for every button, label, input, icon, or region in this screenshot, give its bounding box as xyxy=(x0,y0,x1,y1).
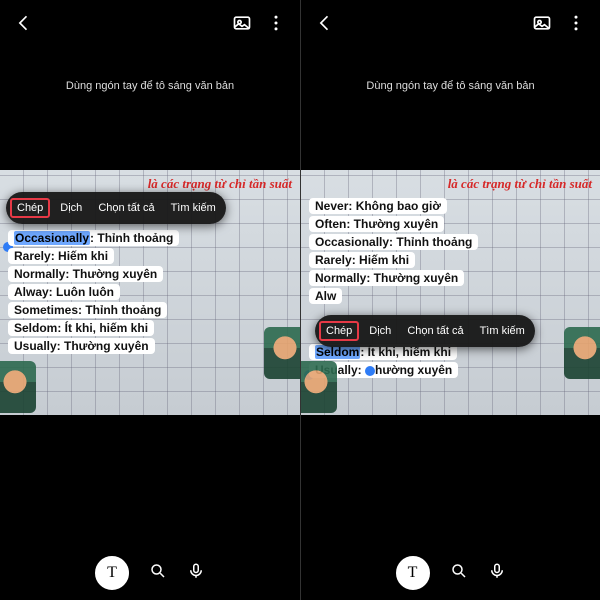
back-icon[interactable] xyxy=(315,13,335,38)
captured-image[interactable]: là các trạng từ chỉ tần suất Never: Khôn… xyxy=(301,170,600,415)
captured-image[interactable]: là các trạng từ chỉ tần suất Chép Dịch C… xyxy=(0,170,300,415)
text-context-menu: Chép Dịch Chọn tất cả Tìm kiếm xyxy=(315,315,535,347)
gallery-icon[interactable] xyxy=(532,13,552,38)
top-bar xyxy=(301,0,600,44)
bottom-toolbar: T xyxy=(301,556,600,590)
menu-translate[interactable]: Dịch xyxy=(363,321,397,341)
text-line[interactable]: Normally: Thường xuyên xyxy=(8,266,163,282)
back-icon[interactable] xyxy=(14,13,34,38)
search-icon[interactable] xyxy=(149,562,167,585)
search-icon[interactable] xyxy=(450,562,468,585)
text-line[interactable]: Normally: Thường xuyên xyxy=(309,270,464,286)
clipart-person xyxy=(564,327,600,379)
image-heading: là các trạng từ chỉ tần suất xyxy=(448,176,592,192)
text-line[interactable]: Alway: Luôn luôn xyxy=(8,284,120,300)
clipart-clock xyxy=(301,361,337,413)
selected-text-line[interactable]: Occasionally: Thỉnh thoảng xyxy=(8,230,179,246)
text-line[interactable]: Never: Không bao giờ xyxy=(309,198,447,214)
text-line[interactable]: Sometimes: Thỉnh thoảng xyxy=(8,302,167,318)
hint-text: Dùng ngón tay để tô sáng văn bản xyxy=(0,44,300,132)
menu-copy[interactable]: Chép xyxy=(10,198,50,218)
text-line[interactable]: Seldom: Ít khi, hiếm khi xyxy=(8,320,154,336)
image-heading: là các trạng từ chỉ tần suất xyxy=(148,176,292,192)
text-line[interactable]: Occasionally: Thỉnh thoảng xyxy=(309,234,478,250)
more-icon[interactable] xyxy=(266,13,286,38)
text-line[interactable]: Often: Thường xuyên xyxy=(309,216,444,232)
hint-text: Dùng ngón tay để tô sáng văn bản xyxy=(301,44,600,132)
clipart-clock xyxy=(0,361,36,413)
text-lines: Occasionally: Thỉnh thoảng Rarely: Hiếm … xyxy=(8,230,292,356)
clipart-person xyxy=(264,327,300,379)
selected-word: Occasionally xyxy=(14,231,90,245)
menu-select-all[interactable]: Chọn tất cả xyxy=(92,198,160,218)
menu-search[interactable]: Tìm kiếm xyxy=(474,321,531,341)
text-line[interactable]: Rarely: Hiếm khi xyxy=(309,252,415,268)
mic-icon[interactable] xyxy=(187,562,205,585)
text-context-menu: Chép Dịch Chọn tất cả Tìm kiếm xyxy=(6,192,226,224)
gallery-icon[interactable] xyxy=(232,13,252,38)
pane-right: Dùng ngón tay để tô sáng văn bản là các … xyxy=(300,0,600,600)
pane-left: Dùng ngón tay để tô sáng văn bản là các … xyxy=(0,0,300,600)
more-icon[interactable] xyxy=(566,13,586,38)
top-bar xyxy=(0,0,300,44)
mic-icon[interactable] xyxy=(488,562,506,585)
menu-copy[interactable]: Chép xyxy=(319,321,359,341)
text-line[interactable]: Rarely: Hiếm khi xyxy=(8,248,114,264)
text-lines: Never: Không bao giờ Often: Thường xuyên… xyxy=(309,198,592,380)
menu-translate[interactable]: Dịch xyxy=(54,198,88,218)
text-line[interactable]: Alw xyxy=(309,288,342,304)
text-line[interactable]: Usually: Thường xuyên xyxy=(8,338,155,354)
bottom-toolbar: T xyxy=(0,556,300,590)
menu-search[interactable]: Tìm kiếm xyxy=(165,198,222,218)
selection-handle-end[interactable] xyxy=(365,366,375,376)
selected-word: Seldom xyxy=(315,345,360,359)
text-mode-button[interactable]: T xyxy=(396,556,430,590)
text-mode-button[interactable]: T xyxy=(95,556,129,590)
menu-select-all[interactable]: Chọn tất cả xyxy=(401,321,469,341)
